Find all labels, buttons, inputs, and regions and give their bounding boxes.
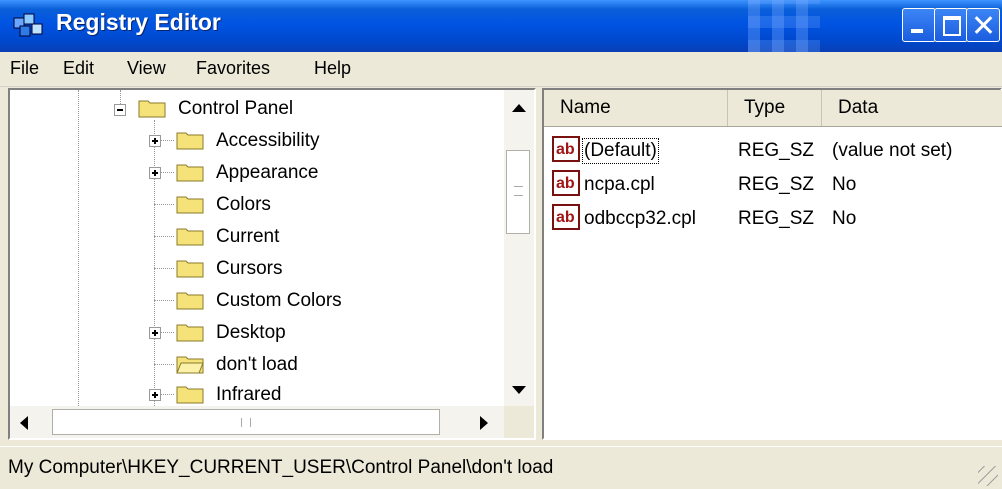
- value-type: REG_SZ: [738, 208, 815, 229]
- vertical-scroll-thumb[interactable]: [506, 150, 530, 234]
- value-type: REG_SZ: [738, 174, 815, 195]
- folder-open-icon: [176, 356, 204, 374]
- tree-guide-line: [154, 300, 174, 301]
- minimize-button[interactable]: [902, 8, 936, 42]
- window-title: Registry Editor: [56, 9, 221, 35]
- value-data: No: [832, 208, 857, 229]
- tree-item-colors[interactable]: Colors: [216, 194, 271, 216]
- tree-vertical-scrollbar[interactable]: [504, 90, 534, 406]
- value-type: REG_SZ: [738, 140, 815, 161]
- scroll-left-arrow-icon[interactable]: [20, 416, 28, 430]
- maximize-button[interactable]: [934, 8, 968, 42]
- menu-file[interactable]: File: [10, 58, 39, 79]
- folder-icon: [176, 164, 204, 182]
- key-tree-pane[interactable]: Control Panel Accessibility Appearance C…: [8, 88, 536, 440]
- tree-item-accessibility[interactable]: Accessibility: [216, 130, 319, 152]
- collapse-toggle[interactable]: [114, 104, 126, 116]
- registry-editor-window: Registry Editor File Edit View Favorites…: [0, 0, 1002, 489]
- menu-help[interactable]: Help: [314, 58, 351, 79]
- scroll-down-arrow-icon[interactable]: [512, 386, 526, 394]
- scroll-up-arrow-icon[interactable]: [512, 104, 526, 112]
- column-header-name[interactable]: Name: [544, 90, 728, 126]
- values-list-pane[interactable]: Name Type Data ab (Default) REG_SZ (valu…: [542, 88, 1002, 440]
- column-header-type[interactable]: Type: [728, 90, 822, 126]
- tree-item-custom-colors[interactable]: Custom Colors: [216, 290, 342, 312]
- key-tree: Control Panel Accessibility Appearance C…: [10, 90, 506, 406]
- string-value-icon: ab: [552, 170, 580, 196]
- svg-text:ab: ab: [556, 141, 575, 158]
- scroll-right-arrow-icon[interactable]: [480, 416, 488, 430]
- title-bar[interactable]: Registry Editor: [0, 0, 1002, 52]
- folder-icon: [176, 228, 204, 246]
- value-data: No: [832, 174, 857, 195]
- string-value-icon: ab: [552, 136, 580, 162]
- tree-horizontal-scrollbar[interactable]: [10, 406, 506, 438]
- registry-editor-icon: [13, 13, 43, 37]
- folder-icon: [176, 196, 204, 214]
- value-name: (Default): [582, 138, 659, 164]
- tree-guide-line: [154, 236, 174, 237]
- svg-text:ab: ab: [556, 175, 575, 192]
- tree-item-desktop[interactable]: Desktop: [216, 322, 286, 344]
- value-row[interactable]: ab ncpa.cpl REG_SZ No: [552, 170, 1002, 200]
- value-name: odbccp32.cpl: [584, 208, 696, 229]
- status-key-path: My Computer\HKEY_CURRENT_USER\Control Pa…: [8, 457, 554, 478]
- tree-guide-line: [154, 268, 174, 269]
- folder-icon: [176, 324, 204, 342]
- expand-toggle[interactable]: [149, 389, 161, 401]
- folder-icon: [176, 132, 204, 150]
- tree-guide-line: [78, 90, 79, 406]
- folder-open-icon: [138, 100, 166, 118]
- horizontal-scroll-thumb[interactable]: [52, 409, 440, 435]
- value-name: ncpa.cpl: [584, 174, 655, 195]
- tree-item-infrared[interactable]: Infrared: [216, 384, 281, 406]
- tree-item-control-panel[interactable]: Control Panel: [178, 98, 293, 120]
- value-row[interactable]: ab (Default) REG_SZ (value not set): [552, 136, 1002, 166]
- tree-guide-line: [154, 364, 174, 365]
- scrollbar-corner: [504, 406, 534, 438]
- menu-view[interactable]: View: [127, 58, 166, 79]
- title-bar-pattern: [748, 0, 820, 52]
- tree-item-cursors[interactable]: Cursors: [216, 258, 283, 280]
- folder-icon: [176, 386, 204, 404]
- close-button[interactable]: [966, 8, 1000, 42]
- resize-grip-icon[interactable]: [978, 466, 998, 486]
- values-list-header: Name Type Data: [544, 90, 1002, 127]
- menu-bar: File Edit View Favorites Help: [0, 52, 1002, 87]
- value-data: (value not set): [832, 140, 953, 161]
- string-value-icon: ab: [552, 204, 580, 230]
- value-row[interactable]: ab odbccp32.cpl REG_SZ No: [552, 204, 1002, 234]
- svg-text:ab: ab: [556, 209, 575, 226]
- tree-item-dont-load[interactable]: don't load: [216, 354, 298, 376]
- expand-toggle[interactable]: [149, 135, 161, 147]
- tree-item-current[interactable]: Current: [216, 226, 279, 248]
- status-bar: My Computer\HKEY_CURRENT_USER\Control Pa…: [0, 446, 1002, 489]
- folder-icon: [176, 260, 204, 278]
- tree-guide-line: [154, 204, 174, 205]
- menu-edit[interactable]: Edit: [63, 58, 94, 79]
- expand-toggle[interactable]: [149, 327, 161, 339]
- folder-icon: [176, 292, 204, 310]
- menu-favorites[interactable]: Favorites: [196, 58, 270, 79]
- expand-toggle[interactable]: [149, 167, 161, 179]
- tree-item-appearance[interactable]: Appearance: [216, 162, 318, 184]
- column-header-data[interactable]: Data: [822, 90, 1002, 126]
